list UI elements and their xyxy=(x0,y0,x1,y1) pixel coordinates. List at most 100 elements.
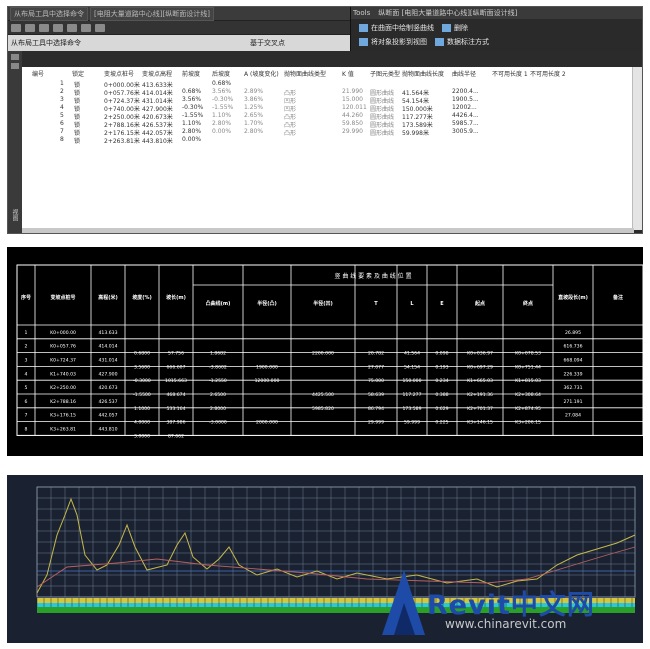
redo-icon[interactable] xyxy=(67,23,77,32)
pvi-table-cell[interactable]: 0.68% xyxy=(212,80,231,87)
pvi-column-header[interactable]: 编号 xyxy=(32,69,44,78)
table-cell: -0.3000 xyxy=(133,378,151,384)
pvi-column-header[interactable]: 前坡度 xyxy=(182,69,200,78)
draw-icon[interactable] xyxy=(11,23,21,32)
table-cell: 4 xyxy=(25,371,28,377)
pvi-table-cell[interactable]: 21.990 xyxy=(342,88,363,95)
pvi-table-cell[interactable]: 3 xyxy=(60,96,64,103)
horizontal-scrollbar[interactable] xyxy=(22,228,634,233)
table-cell: 0.234 xyxy=(435,378,448,384)
table-cell: 0.388 xyxy=(435,392,448,398)
pvi-column-header[interactable]: 不可用长度 1 xyxy=(492,69,528,78)
pvi-column-header[interactable]: 子图元类型 xyxy=(370,69,400,78)
pvi-table-cell[interactable]: -0.30% xyxy=(182,104,203,111)
pvi-table-cell[interactable]: 59.998米 xyxy=(402,128,429,137)
pvi-table-cell[interactable]: -0.30% xyxy=(212,96,233,103)
ribbon-profile-label: 纵断面 [电阻大量道路中心线][纵断面设计线] xyxy=(378,9,518,17)
pvi-table-cell[interactable]: 15.000 xyxy=(342,96,363,103)
pvi-table-cell[interactable]: 2200.4... xyxy=(452,88,479,95)
pvi-table-cell[interactable]: 3.56% xyxy=(212,88,231,95)
pvi-table-cell[interactable]: 2.65% xyxy=(244,112,263,119)
pvi-table-cell[interactable]: 1900.5... xyxy=(452,96,479,103)
delete-icon xyxy=(442,24,451,32)
pvi-table-cell[interactable]: 0.00% xyxy=(182,136,201,143)
pvi-table-cell[interactable]: 7 xyxy=(60,128,64,135)
pvi-table-cell[interactable]: 2+263.81米 xyxy=(104,136,140,145)
pvi-table-cell[interactable]: 3005.9... xyxy=(452,128,479,135)
pvi-column-header[interactable]: 抛物面曲线类型 xyxy=(284,69,326,78)
table-cell: 6 xyxy=(25,399,28,405)
pvi-table-cell[interactable]: 锁 xyxy=(74,136,80,145)
pvi-table-cell[interactable]: 443.810米 xyxy=(142,136,173,145)
pvi-table-cell[interactable]: 1.25% xyxy=(244,104,263,111)
pin-icon[interactable] xyxy=(11,54,19,60)
project-objects-button[interactable]: 将对象投影到视图 xyxy=(359,37,427,47)
table-icon[interactable] xyxy=(81,23,91,32)
tab-profile[interactable]: [电阻大量道路中心线][纵断面设计线] xyxy=(90,7,214,21)
table-cell: 431.014 xyxy=(99,358,118,364)
pvi-table-cell[interactable]: 1.10% xyxy=(212,112,231,119)
ribbon-tools-label: Tools xyxy=(353,9,371,17)
pvi-column-header[interactable]: 抛物面曲线长度 xyxy=(402,69,444,78)
pvi-table-cell[interactable]: 12002... xyxy=(452,104,477,111)
edit-icon[interactable] xyxy=(39,23,49,32)
pvi-table-cell[interactable]: 120.011 xyxy=(342,104,367,111)
zoom-icon[interactable] xyxy=(95,23,105,32)
pvi-table-cell[interactable]: 1.70% xyxy=(244,120,263,127)
table-cell: 271.191 xyxy=(564,399,583,405)
pvi-table-cell[interactable]: 3.56% xyxy=(182,96,201,103)
pvi-table-cell[interactable]: 5985.7... xyxy=(452,120,479,127)
pvi-column-header[interactable]: 后坡度 xyxy=(212,69,230,78)
pvi-table-cell[interactable]: 圆形曲线 xyxy=(370,128,394,137)
pvi-table-cell[interactable]: 59.850 xyxy=(342,120,363,127)
pvi-table-cell[interactable]: 6 xyxy=(60,120,64,127)
pvi-column-header[interactable]: K 值 xyxy=(342,69,354,78)
pvi-table-cell[interactable]: 2.80% xyxy=(212,120,231,127)
table-cell: 0.6800 xyxy=(134,351,150,357)
pvi-table-cell[interactable]: 5 xyxy=(60,112,64,119)
table-cell: 41.564 xyxy=(404,351,420,357)
pvi-column-header[interactable]: A (坡度变化) xyxy=(244,69,279,78)
pvi-table-cell[interactable]: 2.80% xyxy=(244,128,263,135)
tab-command[interactable]: 从布局工具中选择命令 xyxy=(10,7,88,21)
table-cell: -1.2550 xyxy=(209,378,227,384)
pvi-table-cell[interactable]: 4426.4... xyxy=(452,112,479,119)
table-header-cell: E xyxy=(440,301,444,307)
close-icon[interactable] xyxy=(11,63,19,69)
pvi-table-cell[interactable]: 3.86% xyxy=(244,96,263,103)
vertical-scrollbar[interactable] xyxy=(632,67,642,230)
pvi-column-header[interactable]: 锁定 xyxy=(72,69,84,78)
table-header-cell: 坡度(%) xyxy=(132,294,152,301)
table-cell: 1.8682 xyxy=(210,351,226,357)
pvi-table-cell[interactable]: 0.00% xyxy=(212,128,231,135)
pvi-table-cell[interactable]: 1.10% xyxy=(182,120,201,127)
pvi-table-cell[interactable]: -1.55% xyxy=(212,104,233,111)
pvi-table-cell[interactable]: 2 xyxy=(60,88,64,95)
label-mode-button[interactable]: 数据标注方式 xyxy=(435,37,489,47)
pvi-table-cell[interactable]: 8 xyxy=(60,136,64,143)
pvi-table-cell[interactable]: 4 xyxy=(60,104,64,111)
pvi-table-cell[interactable]: 0.68% xyxy=(182,88,201,95)
table-cell: 86.794 xyxy=(368,406,384,412)
pvi-table-cell[interactable]: 凸形 xyxy=(284,128,296,137)
table-cell: 420.673 xyxy=(99,385,118,391)
pvi-column-header[interactable]: 不可用长度 2 xyxy=(530,69,566,78)
table-cell: K0+078.53 xyxy=(515,351,541,357)
table-cell: 54.154 xyxy=(404,364,420,370)
table-cell: 7 xyxy=(25,413,28,419)
pvi-table-cell[interactable]: 1 xyxy=(60,80,64,87)
pvi-table-cell[interactable]: 44.260 xyxy=(342,112,363,119)
pvi-table-cell[interactable]: -1.55% xyxy=(182,112,203,119)
pvi-column-header[interactable]: 曲线半径 xyxy=(452,69,476,78)
pvi-column-header[interactable]: 变坡点桩号 xyxy=(104,69,134,78)
pvi-table-cell[interactable]: 2.80% xyxy=(182,128,201,135)
delete-button[interactable]: 删除 xyxy=(442,23,468,33)
select-icon[interactable] xyxy=(25,23,35,32)
table-cell: 2 xyxy=(25,344,28,350)
pvi-column-header[interactable]: 变坡点高程 xyxy=(142,69,172,78)
table-banner: 竖 曲 线 要 素 及 曲 线 位 置 xyxy=(334,272,411,280)
pvi-table-cell[interactable]: 29.990 xyxy=(342,128,363,135)
draw-curve-button[interactable]: 在曲面中绘制竖曲线 xyxy=(359,23,434,33)
pvi-table-cell[interactable]: 2.89% xyxy=(244,88,263,95)
undo-icon[interactable] xyxy=(53,23,63,32)
